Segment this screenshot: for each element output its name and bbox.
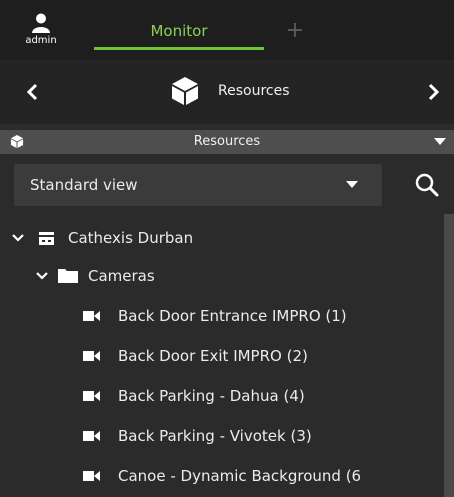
- folder-icon: [58, 269, 78, 283]
- navigation-bar: Resources: [0, 60, 454, 124]
- camera-item[interactable]: Back Parking - Dahua (4): [0, 376, 440, 416]
- video-camera-icon: [83, 311, 100, 321]
- video-camera-icon: [83, 471, 100, 481]
- navigation-title: Resources: [170, 74, 290, 108]
- camera-item[interactable]: Back Door Exit IMPRO (2): [0, 336, 440, 376]
- caret-down-icon[interactable]: [434, 138, 446, 146]
- server-icon: [39, 231, 54, 245]
- user-name: admin: [25, 35, 57, 46]
- chevron-down-icon[interactable]: [12, 233, 24, 243]
- tree-item-site[interactable]: Cathexis Durban: [0, 218, 440, 258]
- video-camera-icon: [83, 391, 100, 401]
- top-bar: admin Monitor +: [0, 0, 454, 60]
- camera-item[interactable]: Back Parking - Vivotek (3): [0, 416, 440, 456]
- camera-item-label: Canoe - Dynamic Background (6: [118, 467, 362, 485]
- scrollbar-thumb[interactable]: [444, 214, 454, 497]
- camera-item[interactable]: Canoe - Dynamic Background (6: [0, 456, 440, 496]
- camera-item[interactable]: Back Door Entrance IMPRO (1): [0, 296, 440, 336]
- video-camera-icon: [83, 351, 100, 361]
- user-button[interactable]: admin: [20, 13, 62, 55]
- caret-down-icon: [346, 181, 358, 188]
- chevron-right-icon[interactable]: [418, 77, 448, 107]
- user-icon: [32, 13, 50, 33]
- tree-item-label: Cameras: [88, 267, 155, 285]
- camera-item-label: Back Door Entrance IMPRO (1): [118, 307, 347, 325]
- video-camera-icon: [83, 431, 100, 441]
- panel-title: Resources: [193, 134, 261, 149]
- chevron-left-icon[interactable]: [18, 77, 48, 107]
- chevron-down-icon[interactable]: [36, 271, 48, 281]
- cube-icon: [172, 77, 198, 105]
- panel-header[interactable]: Resources: [0, 130, 454, 154]
- camera-item-label: Back Parking - Dahua (4): [118, 387, 305, 405]
- search-icon[interactable]: [414, 172, 440, 198]
- tree-item-label: Cathexis Durban: [68, 229, 194, 247]
- tree-scrollbar[interactable]: [444, 214, 454, 497]
- camera-item-label: Back Parking - Vivotek (3): [118, 427, 312, 445]
- view-dropdown-value: Standard view: [30, 176, 138, 194]
- tab-monitor[interactable]: Monitor: [94, 14, 264, 50]
- resource-tree: Cathexis Durban Cameras Back Door Entran…: [0, 214, 454, 497]
- tree-item-folder[interactable]: Cameras: [0, 256, 440, 296]
- camera-item-label: Back Door Exit IMPRO (2): [118, 347, 308, 365]
- view-dropdown[interactable]: Standard view: [14, 164, 382, 206]
- add-tab-button[interactable]: +: [280, 16, 310, 46]
- view-toolbar: Standard view: [0, 154, 454, 214]
- navigation-title-label: Resources: [218, 83, 290, 99]
